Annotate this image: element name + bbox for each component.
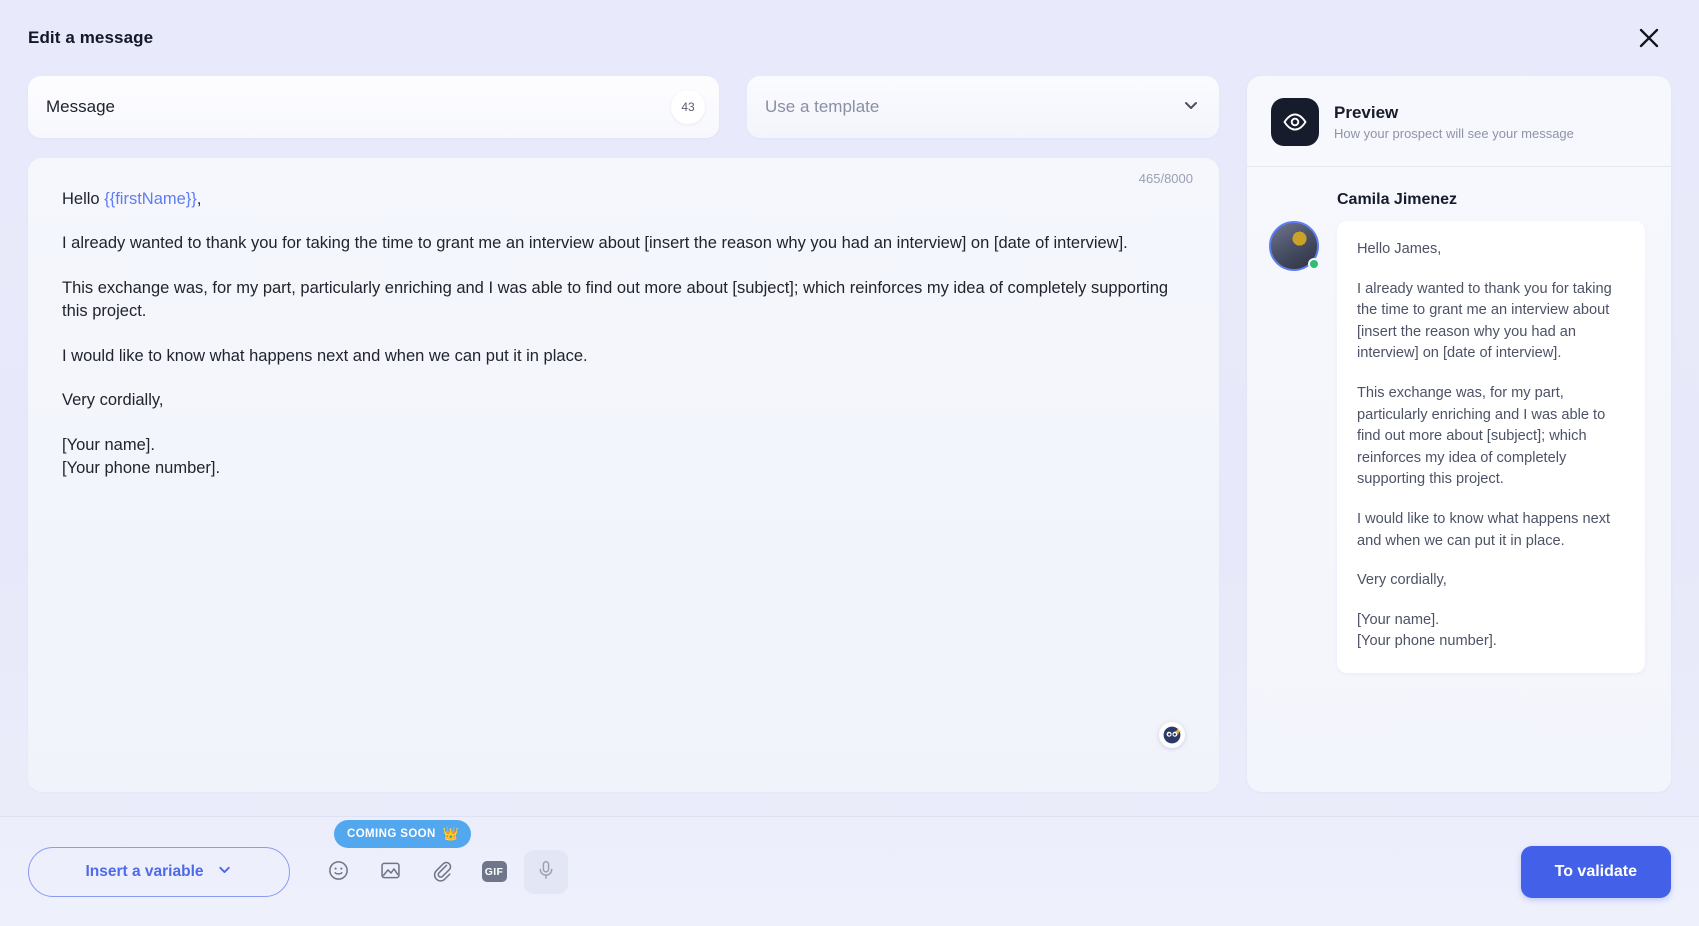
- preview-message-row: Hello James, I already wanted to thank y…: [1269, 221, 1645, 673]
- message-field-label: Message: [46, 97, 115, 116]
- formatting-toolbar: GIF COMING SOON 👑: [316, 819, 568, 894]
- eye-icon: [1271, 98, 1319, 146]
- edit-message-modal: Edit a message Message 43 Use a template: [0, 0, 1699, 926]
- preview-panel: Preview How your prospect will see your …: [1247, 76, 1671, 792]
- variable-token-firstname[interactable]: {{firstName}}: [104, 190, 197, 208]
- editor-paragraph-greeting: Hello {{firstName}},: [62, 188, 1185, 211]
- coming-soon-label: COMING SOON: [347, 827, 436, 840]
- message-subject-field[interactable]: Message 43: [28, 76, 719, 138]
- message-count-badge: 43: [671, 90, 705, 124]
- attachment-icon: [431, 859, 454, 885]
- editor-paragraph-1: I already wanted to thank you for taking…: [62, 234, 1128, 253]
- preview-column: Preview How your prospect will see your …: [1247, 76, 1671, 792]
- insert-variable-label: Insert a variable: [85, 862, 204, 880]
- modal-footer: Insert a variable GIF COMING SOON 👑 To v…: [0, 816, 1699, 926]
- preview-content: Camila Jimenez Hello James, I already wa…: [1247, 167, 1671, 699]
- preview-paragraph-1: I already wanted to thank you for taking…: [1357, 280, 1612, 362]
- editor-paragraph-signature: [Your name]. [Your phone number].: [62, 435, 221, 477]
- editor-top-row: Message 43 Use a template: [28, 76, 1219, 138]
- editor-paragraph-3: I would like to know what happens next a…: [62, 346, 588, 365]
- preview-paragraph-signature: [Your name]. [Your phone number].: [1357, 611, 1497, 650]
- chevron-down-icon: [1181, 95, 1201, 120]
- validate-button[interactable]: To validate: [1520, 845, 1671, 898]
- close-button[interactable]: [1629, 18, 1669, 58]
- preview-header-text: Preview How your prospect will see your …: [1334, 103, 1574, 141]
- crown-icon: 👑: [442, 825, 460, 841]
- emoji-icon: [327, 859, 350, 885]
- message-editor-content[interactable]: Hello {{firstName}}, I already wanted to…: [62, 188, 1185, 480]
- gif-icon: GIF: [481, 861, 507, 882]
- image-button[interactable]: [368, 850, 412, 894]
- online-status-dot: [1308, 258, 1320, 270]
- preview-header: Preview How your prospect will see your …: [1247, 76, 1671, 167]
- page-title: Edit a message: [28, 28, 154, 47]
- ai-assistant-icon[interactable]: [1159, 722, 1185, 748]
- chevron-down-icon: [216, 861, 233, 883]
- modal-body: Message 43 Use a template 465/8000 Hello…: [0, 76, 1699, 792]
- close-icon: [1636, 25, 1662, 51]
- greeting-suffix: ,: [196, 190, 202, 208]
- greeting-prefix: Hello: [62, 190, 105, 208]
- editor-paragraph-4: Very cordially,: [62, 391, 164, 410]
- preview-paragraph-3: I would like to know what happens next a…: [1357, 510, 1611, 549]
- coming-soon-badge: COMING SOON 👑: [334, 819, 472, 848]
- character-counter: 465/8000: [1138, 171, 1193, 186]
- preview-paragraph-0: Hello James,: [1357, 241, 1442, 257]
- message-editor[interactable]: 465/8000 Hello {{firstName}}, I already …: [28, 158, 1219, 792]
- insert-variable-button[interactable]: Insert a variable: [28, 846, 290, 897]
- avatar: [1269, 221, 1320, 271]
- preview-paragraph-2: This exchange was, for my part, particul…: [1357, 384, 1606, 488]
- preview-paragraph-4: Very cordially,: [1357, 572, 1447, 589]
- editor-paragraph-2: This exchange was, for my part, particul…: [62, 278, 1169, 321]
- editor-column: Message 43 Use a template 465/8000 Hello…: [28, 76, 1219, 792]
- voice-message-button: [524, 849, 568, 894]
- emoji-button[interactable]: [316, 850, 360, 894]
- microphone-icon: [535, 859, 557, 884]
- prospect-name: Camila Jimenez: [1337, 191, 1458, 208]
- preview-message-bubble: Hello James, I already wanted to thank y…: [1337, 221, 1645, 673]
- attachment-button[interactable]: [420, 850, 464, 894]
- template-dropdown[interactable]: Use a template: [747, 76, 1219, 138]
- image-icon: [379, 859, 402, 885]
- preview-title: Preview: [1334, 103, 1399, 122]
- gif-button[interactable]: GIF: [472, 850, 516, 894]
- preview-subtitle: How your prospect will see your message: [1334, 126, 1574, 141]
- modal-header: Edit a message: [0, 0, 1699, 76]
- template-dropdown-label: Use a template: [765, 97, 880, 116]
